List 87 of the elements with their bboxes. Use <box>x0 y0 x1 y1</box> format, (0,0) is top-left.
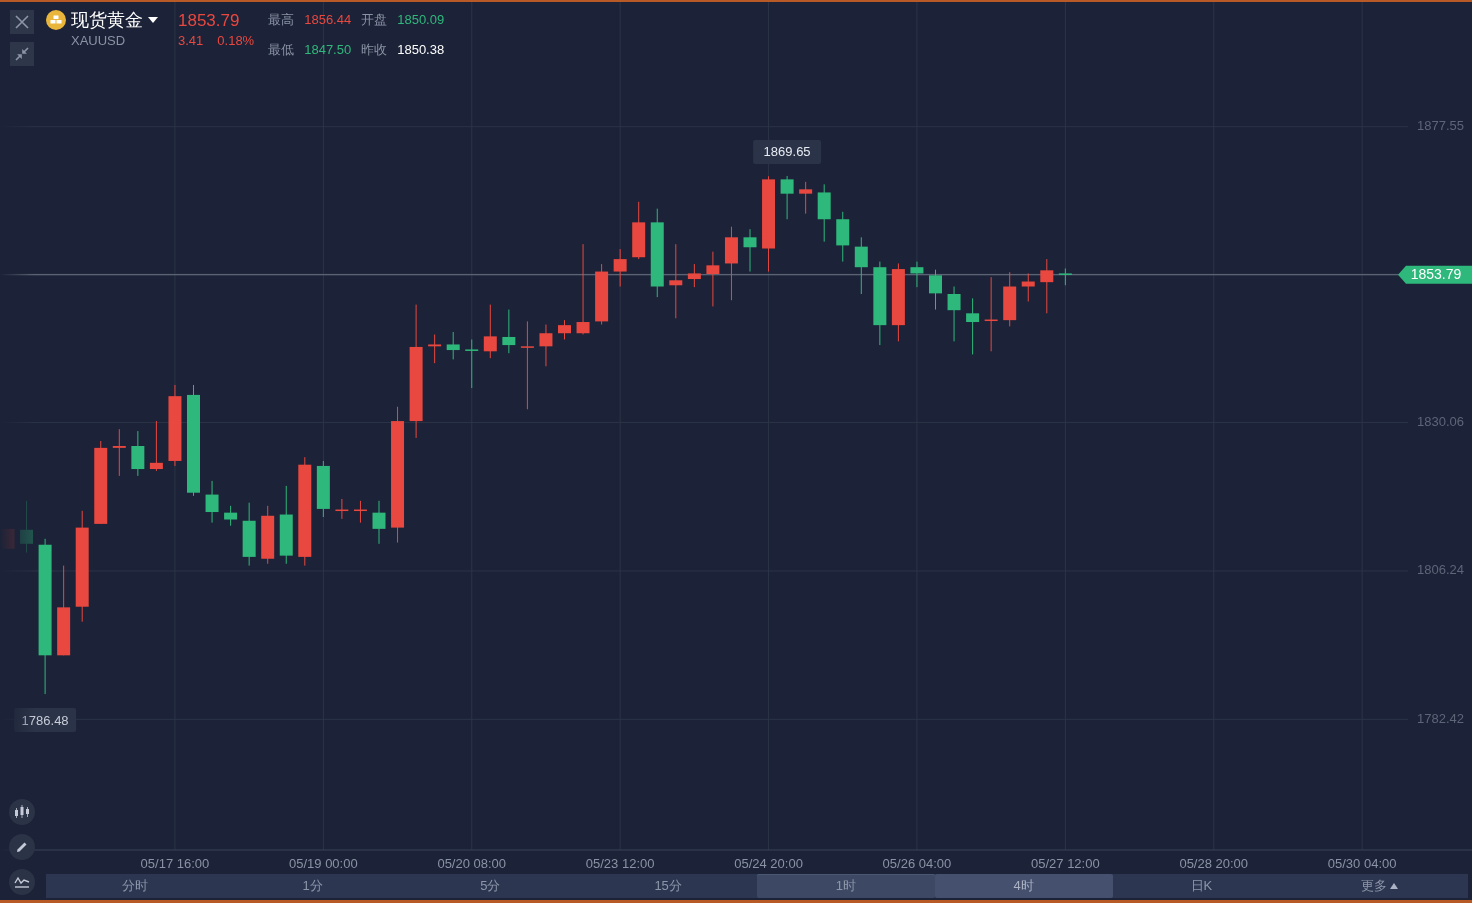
candle <box>743 229 757 272</box>
caret-icon <box>148 17 158 23</box>
candle <box>687 264 701 288</box>
candle <box>929 269 942 310</box>
axis-label: 05/28 20:00 <box>1179 856 1249 872</box>
period-tab[interactable]: 15分 <box>579 874 757 898</box>
candle <box>372 500 386 544</box>
candle <box>242 502 256 566</box>
candle <box>817 184 831 242</box>
collapse-button[interactable] <box>10 42 34 66</box>
candle <box>613 249 627 287</box>
candle <box>706 251 720 307</box>
current-price-tag: 1853.79 <box>1398 265 1472 284</box>
candle <box>446 332 460 360</box>
candle <box>131 431 145 476</box>
axis-label: 1877.55 <box>1417 118 1464 134</box>
candle <box>465 339 479 389</box>
candle <box>966 298 980 355</box>
candle <box>854 237 868 294</box>
candle <box>1058 268 1072 286</box>
candle <box>428 334 442 364</box>
candle <box>836 211 850 262</box>
candle <box>335 498 349 519</box>
candle <box>632 201 646 260</box>
stat-label: 最高 <box>268 13 295 29</box>
axis-label: 05/26 04:00 <box>882 856 952 872</box>
last-price: 1853.79 <box>178 12 241 29</box>
axis-label: 05/27 12:00 <box>1031 856 1100 872</box>
period-tab[interactable]: 4时 <box>934 874 1113 898</box>
axis-label: 1782.42 <box>1417 710 1464 726</box>
axis-label: 05/20 08:00 <box>437 856 507 872</box>
axis-label: 1806.24 <box>1417 562 1464 578</box>
candle <box>780 175 794 220</box>
candle <box>1003 272 1017 327</box>
candle <box>205 480 219 523</box>
candlestick-icon <box>14 804 30 820</box>
candle <box>1040 259 1054 314</box>
symbol-code: XAUUSD <box>71 34 127 47</box>
stat-label: 最低 <box>268 42 295 59</box>
stat-value: 1850.38 <box>397 42 445 59</box>
candle <box>316 460 330 517</box>
symbol-name: 现货黄金 <box>71 11 143 29</box>
caret-up-icon <box>1389 883 1398 889</box>
candle <box>558 320 571 340</box>
tool-button[interactable] <box>9 799 35 825</box>
candle <box>483 304 497 359</box>
candle <box>224 505 238 526</box>
collapse-icon <box>15 47 29 61</box>
axis-label: 05/23 12:00 <box>585 856 655 872</box>
tool-button[interactable] <box>9 869 35 895</box>
candle <box>799 181 813 214</box>
close-icon <box>15 15 29 29</box>
max-price-label: 1869.65 <box>753 139 822 164</box>
axis-label: 1830.06 <box>1417 414 1464 429</box>
period-tab[interactable]: 1时 <box>757 874 935 898</box>
price-change: 3.41 <box>178 34 204 47</box>
pencil-icon <box>15 840 29 854</box>
coin-icon <box>46 10 66 30</box>
candle <box>947 286 961 342</box>
period-tab[interactable]: 更多 <box>1290 874 1468 898</box>
candle <box>1021 273 1035 302</box>
stat-value: 1847.50 <box>304 42 352 59</box>
candle <box>595 264 609 325</box>
indicator-icon <box>14 875 30 889</box>
axis-label: 05/17 16:00 <box>140 856 210 872</box>
stat-value: 1850.09 <box>397 13 445 29</box>
period-tab[interactable]: 5分 <box>401 874 580 898</box>
candle <box>539 324 553 367</box>
candle <box>112 429 126 476</box>
period-tab[interactable]: 分时 <box>46 874 224 898</box>
axis-label: 05/19 00:00 <box>289 856 358 872</box>
stat-label: 昨收 <box>361 42 388 59</box>
candle <box>149 421 163 471</box>
candle <box>261 505 275 564</box>
min-price-label: 1786.48 <box>14 708 77 733</box>
candle <box>910 261 924 288</box>
candle <box>502 309 516 354</box>
percent-change: 0.18% <box>217 34 255 47</box>
stat-value: 1856.44 <box>304 13 352 29</box>
axis-label: 05/24 20:00 <box>734 856 803 872</box>
stat-label: 开盘 <box>361 13 388 29</box>
period-tab[interactable]: 日K <box>1112 874 1291 898</box>
period-tab[interactable]: 1分 <box>223 874 402 898</box>
close-button[interactable] <box>10 10 34 34</box>
tool-button[interactable] <box>9 834 35 860</box>
candle <box>353 500 367 523</box>
axis-label: 05/30 04:00 <box>1327 856 1397 872</box>
